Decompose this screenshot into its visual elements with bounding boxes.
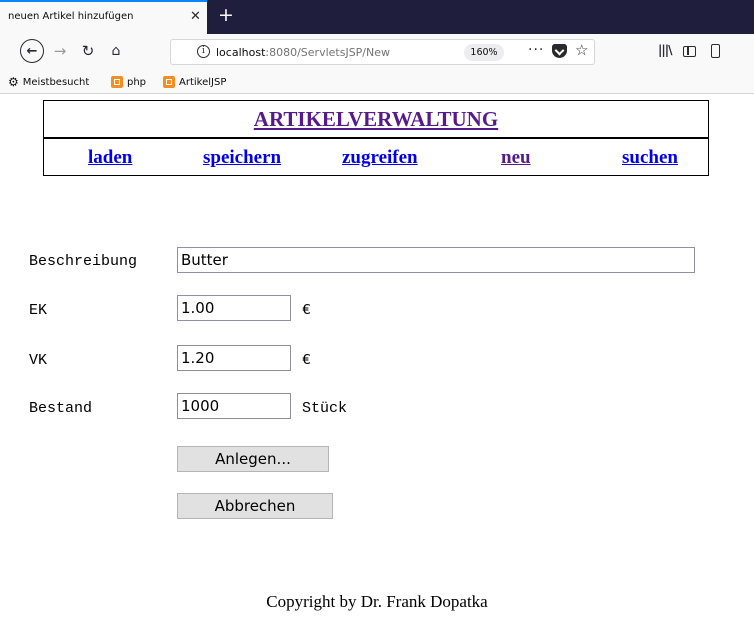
browser-navigation-bar: ← → ↻ ⌂ i localhost:8080/ServletsJSP/New…: [0, 34, 754, 72]
vk-label: VK: [29, 352, 48, 369]
plus-icon[interactable]: +: [218, 4, 234, 26]
gear-icon: ⚙: [8, 75, 19, 89]
menu-icon[interactable]: [711, 44, 720, 58]
sidebar-icon[interactable]: [683, 46, 696, 57]
url-text[interactable]: localhost:8080/ServletsJSP/New: [216, 46, 390, 59]
bestand-label: Bestand: [29, 400, 93, 417]
tab-title: neuen Artikel hinzufügen: [8, 11, 134, 22]
nav-link-neu[interactable]: neu: [501, 147, 531, 169]
vk-input[interactable]: [177, 345, 291, 371]
ek-unit: €: [302, 302, 312, 319]
page-title-link[interactable]: ARTIKELVERWALTUNG: [254, 107, 498, 132]
star-icon[interactable]: ☆: [575, 41, 588, 59]
nav-link-zugreifen[interactable]: zugreifen: [342, 147, 418, 169]
back-arrow-icon[interactable]: ←: [20, 39, 44, 63]
bookmark-label: Meistbesucht: [22, 76, 90, 88]
bookmark-meistbesucht[interactable]: ⚙ Meistbesucht: [8, 76, 89, 88]
page-actions-menu-icon[interactable]: ···: [528, 42, 544, 58]
anlegen-button[interactable]: Anlegen...: [177, 446, 329, 472]
info-icon[interactable]: i: [197, 45, 210, 58]
close-icon[interactable]: ✕: [190, 9, 201, 24]
home-icon[interactable]: ⌂: [106, 41, 126, 61]
bookmark-label: ArtikelJSP: [179, 76, 227, 88]
abbrechen-button[interactable]: Abbrechen: [177, 493, 333, 519]
bookmarks-toolbar: ⚙ Meistbesucht php ArtikelJSP: [0, 72, 754, 94]
vk-unit: €: [302, 352, 312, 369]
bookmark-php[interactable]: php: [111, 76, 146, 88]
bestand-unit: Stück: [302, 400, 348, 417]
copyright-text: Copyright by Dr. Frank Dopatka: [266, 592, 488, 611]
bestand-input[interactable]: [177, 393, 291, 419]
browser-tab[interactable]: neuen Artikel hinzufügen ✕: [0, 0, 207, 34]
beschreibung-input[interactable]: [177, 247, 695, 273]
url-bar[interactable]: i localhost:8080/ServletsJSP/New 160% ··…: [170, 39, 595, 65]
reload-icon[interactable]: ↻: [78, 41, 98, 61]
nav-link-laden[interactable]: laden: [88, 147, 132, 169]
browser-tab-bar: neuen Artikel hinzufügen ✕ +: [0, 0, 754, 34]
ek-label: EK: [29, 302, 48, 319]
forward-arrow-icon[interactable]: →: [50, 41, 70, 61]
bookmark-favicon: [111, 76, 123, 88]
ek-input[interactable]: [177, 295, 291, 321]
beschreibung-label: Beschreibung: [29, 253, 138, 270]
bookmark-favicon: [163, 76, 175, 88]
pocket-icon[interactable]: [552, 44, 567, 58]
library-icon[interactable]: |||\: [658, 43, 672, 57]
nav-link-speichern[interactable]: speichern: [203, 147, 281, 169]
bookmark-label: php: [127, 76, 147, 88]
title-row: ARTIKELVERWALTUNG: [44, 101, 708, 139]
zoom-badge[interactable]: 160%: [464, 44, 504, 61]
bookmark-artikeljsp[interactable]: ArtikelJSP: [163, 76, 226, 88]
header-table: ARTIKELVERWALTUNG laden speichern zugrei…: [43, 100, 709, 176]
page-content: ARTIKELVERWALTUNG laden speichern zugrei…: [0, 94, 754, 617]
nav-link-suchen[interactable]: suchen: [622, 147, 678, 169]
